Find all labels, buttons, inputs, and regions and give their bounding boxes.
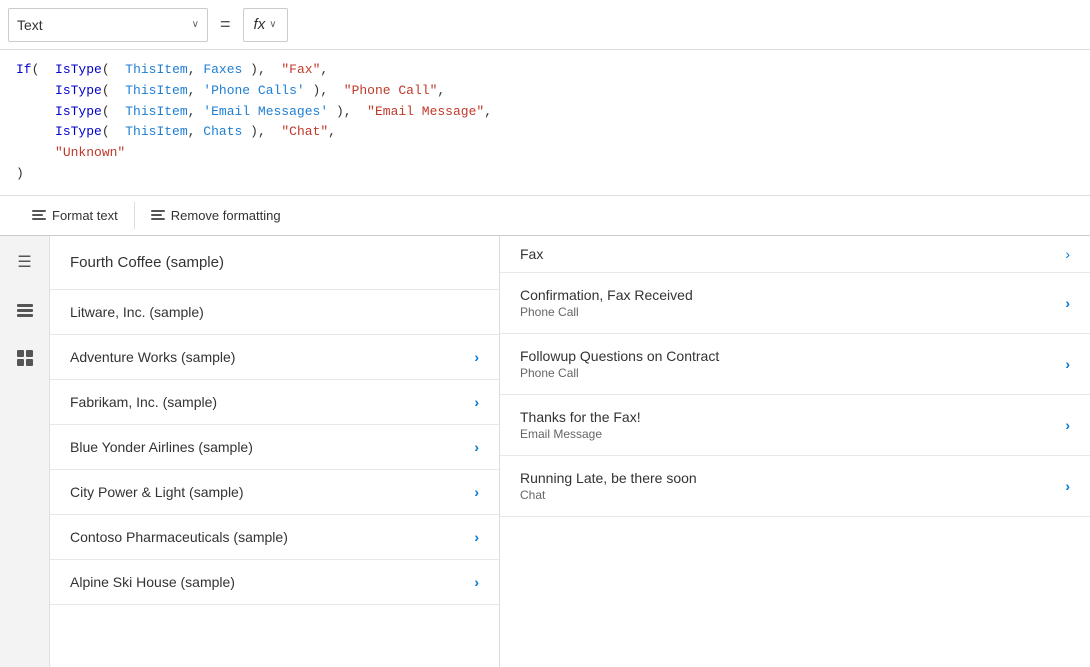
- right-panel: Fax›Confirmation, Fax ReceivedPhone Call…: [500, 236, 1090, 667]
- dropdown-label: Text: [17, 17, 186, 33]
- list-panel: Fourth Coffee (sample) Litware, Inc. (sam…: [50, 236, 500, 667]
- dropdown-chevron-icon: ∨: [192, 19, 199, 30]
- remove-formatting-label: Remove formatting: [171, 208, 281, 223]
- grid-icon[interactable]: [11, 344, 39, 372]
- remove-lines-icon: [151, 210, 165, 220]
- right-item[interactable]: Followup Questions on Contract Phone Call…: [500, 334, 1090, 395]
- list-item-text: Litware, Inc. (sample): [70, 304, 479, 320]
- chevron-right-icon: ›: [1065, 417, 1070, 433]
- right-item-title: Fax: [520, 246, 1065, 262]
- right-item[interactable]: Running Late, be there soon Chat›: [500, 456, 1090, 517]
- list-item-text: Fourth Coffee (sample): [70, 254, 479, 271]
- list-item-text: Fabrikam, Inc. (sample): [70, 394, 474, 410]
- list-item[interactable]: Adventure Works (sample)›: [50, 335, 499, 380]
- chevron-right-icon: ›: [474, 484, 479, 500]
- fx-label: fx: [254, 16, 266, 33]
- right-item-subtitle: Chat: [520, 488, 1065, 502]
- format-text-button[interactable]: Format text: [16, 202, 135, 229]
- chevron-right-icon: ›: [1065, 356, 1070, 372]
- formula-line-2: IsType( ThisItem, 'Phone Calls' ), "Phon…: [16, 81, 1074, 102]
- right-item-title: Confirmation, Fax Received: [520, 287, 1065, 303]
- chevron-right-icon: ›: [474, 529, 479, 545]
- list-item[interactable]: Alpine Ski House (sample)›: [50, 560, 499, 605]
- formula-line-4: IsType( ThisItem, Chats ), "Chat",: [16, 122, 1074, 143]
- format-toolbar: Format text Remove formatting: [0, 196, 1090, 236]
- right-item-subtitle: Phone Call: [520, 366, 1065, 380]
- chevron-right-icon: ›: [474, 574, 479, 590]
- chevron-right-icon: ›: [1065, 246, 1070, 262]
- right-item-subtitle: Phone Call: [520, 305, 1065, 319]
- list-item-text: Contoso Pharmaceuticals (sample): [70, 529, 474, 545]
- hamburger-menu-icon[interactable]: ☰: [11, 248, 39, 276]
- formula-line-5: "Unknown": [16, 143, 1074, 164]
- right-item-title: Thanks for the Fax!: [520, 409, 1065, 425]
- chevron-right-icon: ›: [1065, 478, 1070, 494]
- remove-formatting-button[interactable]: Remove formatting: [135, 202, 297, 229]
- formula-line-1: If( IsType( ThisItem, Faxes ), "Fax",: [16, 60, 1074, 81]
- chevron-right-icon: ›: [474, 349, 479, 365]
- right-item[interactable]: Thanks for the Fax! Email Message›: [500, 395, 1090, 456]
- list-item[interactable]: Fourth Coffee (sample): [50, 236, 499, 290]
- fx-box[interactable]: fx ∨: [243, 8, 288, 42]
- list-item-text: Alpine Ski House (sample): [70, 574, 474, 590]
- chevron-right-icon: ›: [1065, 295, 1070, 311]
- right-item-fax[interactable]: Fax›: [500, 236, 1090, 273]
- right-item-info: Confirmation, Fax Received Phone Call: [520, 287, 1065, 319]
- equals-sign: =: [216, 14, 235, 35]
- text-dropdown[interactable]: Text ∨: [8, 8, 208, 42]
- list-item-text: Blue Yonder Airlines (sample): [70, 439, 474, 455]
- right-item-info: Followup Questions on Contract Phone Call: [520, 348, 1065, 380]
- right-item-info: Running Late, be there soon Chat: [520, 470, 1065, 502]
- list-item-text: City Power & Light (sample): [70, 484, 474, 500]
- formula-area: If( IsType( ThisItem, Faxes ), "Fax", Is…: [0, 50, 1090, 196]
- list-item[interactable]: Contoso Pharmaceuticals (sample)›: [50, 515, 499, 560]
- right-item-info: Thanks for the Fax! Email Message: [520, 409, 1065, 441]
- list-item-text: Adventure Works (sample): [70, 349, 474, 365]
- format-text-label: Format text: [52, 208, 118, 223]
- right-item-subtitle: Email Message: [520, 427, 1065, 441]
- right-item-title: Followup Questions on Contract: [520, 348, 1065, 364]
- layers-icon[interactable]: [11, 296, 39, 324]
- chevron-right-icon: ›: [474, 439, 479, 455]
- list-item[interactable]: Fabrikam, Inc. (sample)›: [50, 380, 499, 425]
- list-item[interactable]: Litware, Inc. (sample): [50, 290, 499, 335]
- chevron-right-icon: ›: [474, 394, 479, 410]
- right-item-title: Running Late, be there soon: [520, 470, 1065, 486]
- main-content: ☰ Fourth Coffee (sample) Litware, Inc. (s…: [0, 236, 1090, 667]
- top-bar: Text ∨ = fx ∨: [0, 0, 1090, 50]
- formula-line-6: ): [16, 164, 1074, 185]
- format-lines-icon: [32, 210, 46, 220]
- sidebar-icons: ☰: [0, 236, 50, 667]
- formula-line-3: IsType( ThisItem, 'Email Messages' ), "E…: [16, 102, 1074, 123]
- list-item[interactable]: Blue Yonder Airlines (sample)›: [50, 425, 499, 470]
- right-item[interactable]: Confirmation, Fax Received Phone Call›: [500, 273, 1090, 334]
- list-item[interactable]: City Power & Light (sample)›: [50, 470, 499, 515]
- fx-chevron-icon: ∨: [269, 19, 276, 30]
